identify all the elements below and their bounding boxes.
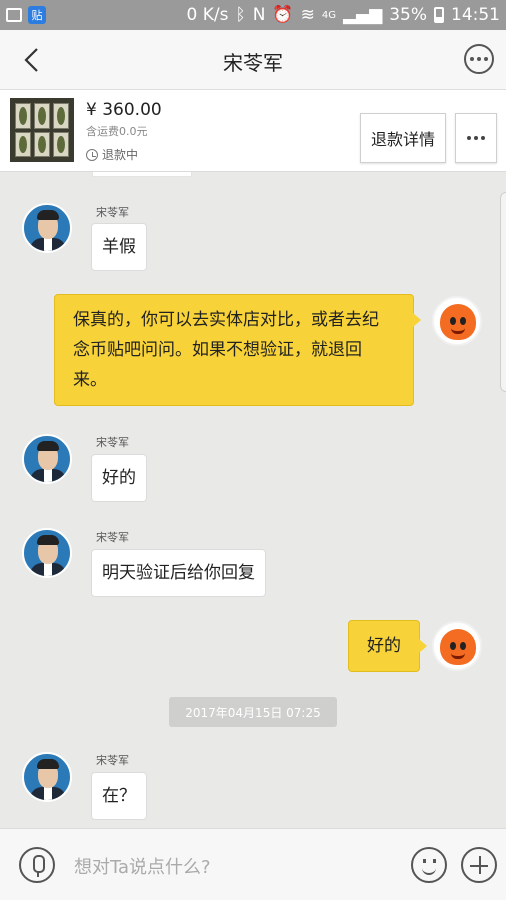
scroll-edge [500,192,506,392]
message-bubble[interactable]: 羊假 [91,223,147,271]
contact-avatar[interactable] [22,203,72,253]
bluetooth-icon: ᛒ [235,5,246,25]
message-bubble[interactable]: 好的 [91,454,147,502]
previous-bubble-fragment [92,172,192,177]
battery-icon [434,7,444,23]
signal-icon: ▂▄▆ [342,5,383,25]
battery-percent: 35% [389,5,427,25]
sender-name: 宋苓军 [96,436,129,449]
clock-icon [86,148,98,161]
network-speed: 0 K/s [186,5,229,25]
refund-details-button[interactable]: 退款详情 [360,113,446,163]
order-summary: ¥ 360.00 含运费0.0元 退款中 退款详情 [0,90,506,172]
self-avatar[interactable] [432,621,482,671]
shipping-fee: 含运费0.0元 [86,125,148,138]
more-options-icon[interactable] [464,44,494,74]
message-bubble-self[interactable]: 好的 [348,620,427,672]
network-type: 4G [321,9,336,21]
input-bar: 想对Ta说点什么? [0,828,506,900]
chat-title: 宋苓军 [223,51,283,75]
chat-area[interactable]: 宋苓军 羊假 保真的，你可以去实体店对比，或者去纪念币贴吧问问。如果不想验证，就… [0,172,506,828]
refund-status: 退款中 [86,146,138,163]
voice-input-icon[interactable] [19,847,55,883]
message-input[interactable]: 想对Ta说点什么? [74,853,211,879]
product-price: ¥ 360.00 [86,100,162,120]
alarm-icon: ⏰ [272,5,294,25]
nav-bar: 宋苓军 [0,30,506,90]
clock-time: 14:51 [451,5,500,25]
contact-avatar[interactable] [22,752,72,802]
contact-avatar[interactable] [22,434,72,484]
refund-status-label: 退款中 [102,148,139,162]
message-timestamp: 2017年04月15日 07:25 [169,697,337,727]
message-bubble[interactable]: 明天验证后给你回复 [91,549,266,597]
add-attachment-icon[interactable] [461,847,497,883]
product-thumbnail[interactable] [10,98,74,162]
sender-name: 宋苓军 [96,754,129,767]
tieba-app-icon: 贴 [28,6,46,24]
wifi-icon: ≋ [300,5,315,25]
contact-avatar[interactable] [22,528,72,578]
message-bubble[interactable]: 在？ [91,772,147,820]
order-more-button[interactable] [455,113,497,163]
emoji-icon[interactable] [411,847,447,883]
status-bar: 贴 0 K/s ᛒ N ⏰ ≋ 4G ▂▄▆ 35% 14:51 [0,0,506,30]
gallery-notification-icon [6,8,22,22]
nfc-icon: N [252,5,266,25]
sender-name: 宋苓军 [96,206,129,219]
self-avatar[interactable] [432,296,482,346]
sender-name: 宋苓军 [96,531,129,544]
message-bubble-self[interactable]: 保真的，你可以去实体店对比，或者去纪念币贴吧问问。如果不想验证，就退回来。 [54,294,421,406]
